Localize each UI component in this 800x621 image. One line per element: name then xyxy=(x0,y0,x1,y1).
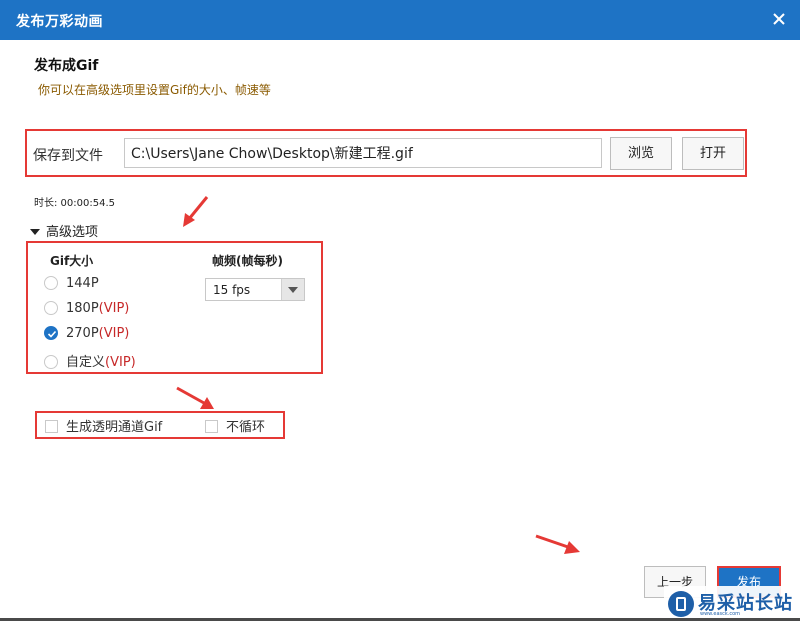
radio-270p[interactable]: 270P(VIP) xyxy=(44,325,130,346)
site-logo-icon xyxy=(668,591,694,617)
checkbox[interactable] xyxy=(45,420,58,433)
radio-label: 270P xyxy=(66,326,99,341)
page-subtitle: 你可以在高级选项里设置Gif的大小、帧速等 xyxy=(38,83,271,97)
checkbox[interactable] xyxy=(205,420,218,433)
title-bar: 发布万彩动画 xyxy=(0,0,800,40)
checkbox-label: 不循环 xyxy=(226,420,266,435)
radio-button-checked[interactable] xyxy=(44,325,58,340)
radio-180p[interactable]: 180P(VIP) xyxy=(44,300,130,321)
radio-custom[interactable]: 自定义(VIP) xyxy=(44,351,136,371)
transparent-gif-option[interactable]: 生成透明通道Gif xyxy=(45,416,162,435)
fps-value: 15 fps xyxy=(213,283,251,297)
gif-size-label: Gif大小 xyxy=(50,254,94,268)
vip-tag: (VIP) xyxy=(105,355,136,370)
checkbox-label: 生成透明通道Gif xyxy=(66,420,163,435)
annotation-arrow-icon xyxy=(535,534,580,554)
advanced-options-label: 高级选项 xyxy=(46,225,99,240)
radio-button[interactable] xyxy=(44,275,58,290)
vip-tag: (VIP) xyxy=(98,326,130,341)
annotation-arrow-icon xyxy=(176,386,214,409)
radio-label: 180P xyxy=(66,301,99,316)
radio-button[interactable] xyxy=(44,300,58,315)
close-icon[interactable] xyxy=(768,8,790,30)
duration-text: 时长: 00:00:54.5 xyxy=(34,198,116,209)
radio-label: 自定义 xyxy=(66,355,106,370)
watermark-sub: www.easck.com xyxy=(700,611,741,617)
save-path-input[interactable] xyxy=(124,138,602,168)
open-button[interactable]: 打开 xyxy=(682,137,744,170)
radio-label: 144P xyxy=(66,276,99,291)
fps-label: 帧频(帧每秒) xyxy=(212,254,283,268)
advanced-options-toggle[interactable]: 高级选项 xyxy=(30,221,98,240)
page-heading: 发布成Gif xyxy=(34,58,99,74)
fps-dropdown[interactable]: 15 fps xyxy=(205,278,305,301)
browse-button[interactable]: 浏览 xyxy=(610,137,672,170)
save-to-file-label: 保存到文件 xyxy=(33,148,103,164)
window-title: 发布万彩动画 xyxy=(16,14,103,30)
vip-tag: (VIP) xyxy=(98,301,130,316)
radio-144p[interactable]: 144P xyxy=(44,275,99,296)
annotation-arrow-icon xyxy=(183,196,209,227)
no-loop-option[interactable]: 不循环 xyxy=(205,416,265,435)
radio-button[interactable] xyxy=(44,354,58,369)
chevron-down-icon[interactable] xyxy=(281,279,304,300)
triangle-down-icon xyxy=(30,228,40,235)
